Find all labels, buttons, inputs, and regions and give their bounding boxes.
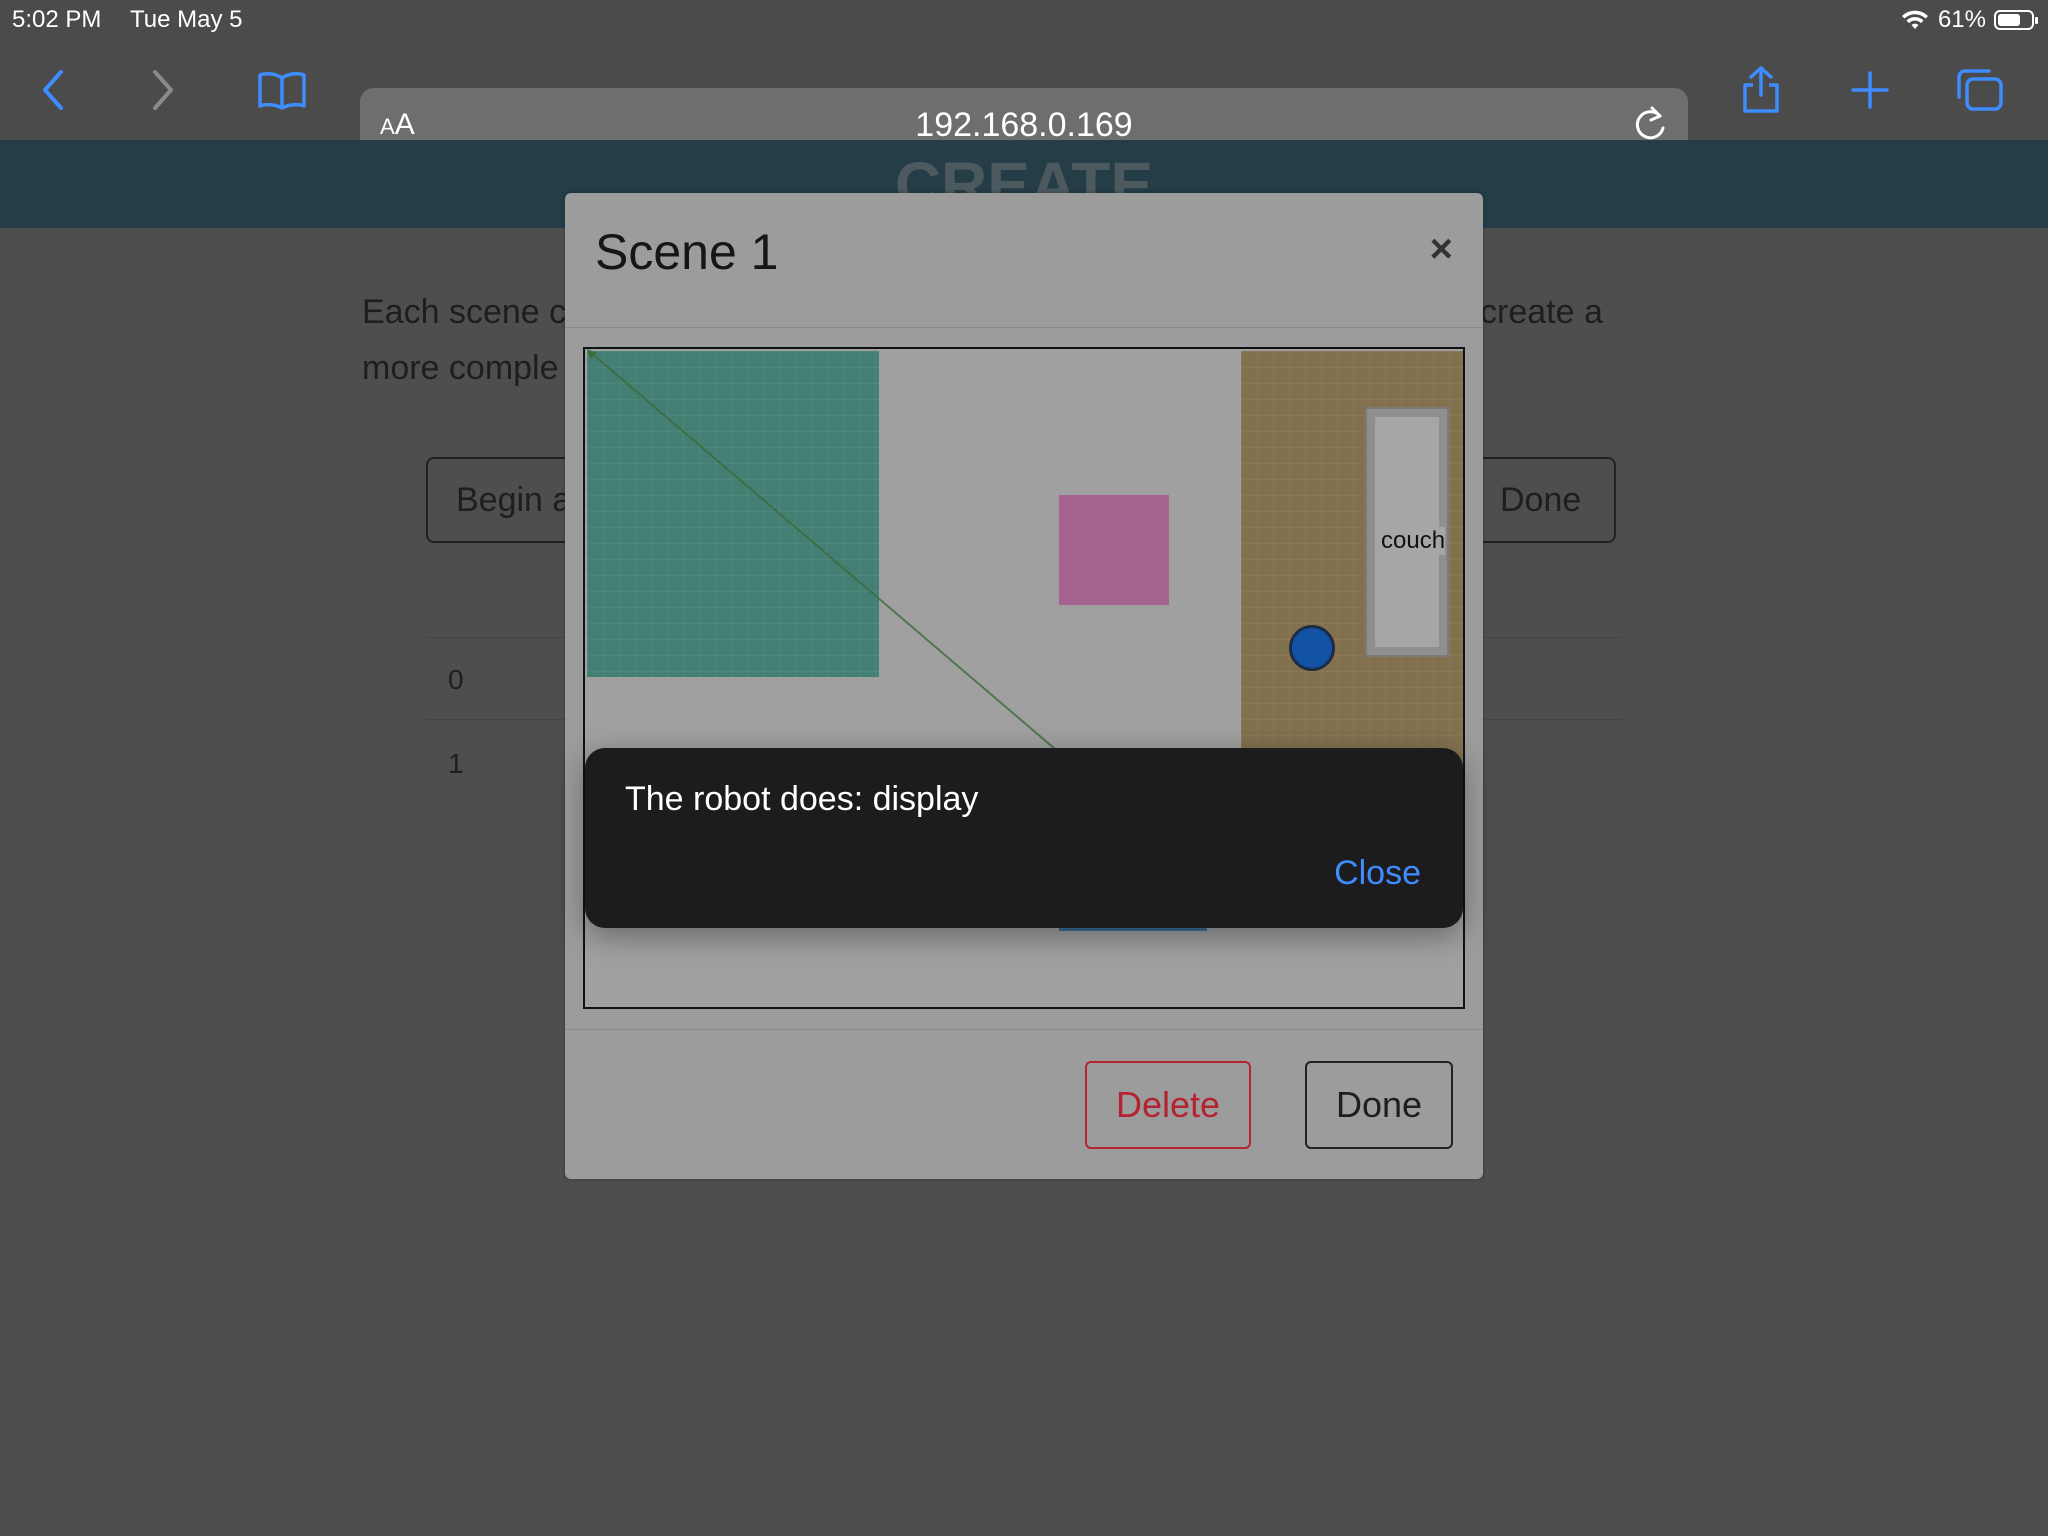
alert-message: The robot does: display (625, 780, 979, 818)
scene-modal: Scene 1 × couch Delete Done (565, 193, 1483, 1179)
wifi-icon (1901, 10, 1928, 29)
status-bar: 5:02 PM Tue May 5 61% (0, 0, 2048, 40)
tabs-button[interactable] (1950, 60, 2010, 120)
browser-toolbar: AA 192.168.0.169 (0, 40, 2048, 160)
modal-close-button[interactable]: × (1430, 227, 1453, 272)
status-date: Tue May 5 (130, 6, 243, 33)
intro-line-1-tail: create a (1480, 293, 1603, 331)
table-row: 1 (448, 748, 464, 779)
done-button[interactable]: Done (1305, 1061, 1453, 1149)
chevron-left-icon (43, 70, 63, 110)
share-icon (1743, 66, 1779, 113)
modal-divider (565, 327, 1483, 328)
table-row: 0 (448, 664, 464, 695)
delete-button[interactable]: Delete (1085, 1061, 1251, 1149)
robot-action-alert: The robot does: display Close (585, 748, 1463, 928)
forward-button[interactable] (132, 60, 192, 120)
share-button[interactable] (1731, 60, 1791, 120)
new-tab-button[interactable] (1840, 60, 1900, 120)
status-time: 5:02 PM (12, 6, 102, 33)
robot-marker[interactable] (1289, 625, 1335, 671)
intro-line-1: Each scene c (362, 293, 567, 331)
back-button[interactable] (24, 60, 84, 120)
book-icon (258, 72, 306, 110)
tabs-overview-icon (1957, 69, 2003, 111)
bookmarks-button[interactable] (252, 60, 312, 120)
battery-percent: 61% (1937, 6, 1986, 33)
battery-icon (1994, 10, 2038, 30)
couch-label: couch (1381, 527, 1446, 555)
modal-title: Scene 1 (595, 224, 779, 280)
alert-close-button[interactable]: Close (1334, 854, 1421, 893)
plus-icon (1851, 71, 1889, 109)
modal-divider (565, 1029, 1483, 1030)
chevron-right-icon (153, 70, 173, 110)
status-right: 61% (1900, 6, 2038, 34)
reload-icon (1635, 106, 1665, 140)
